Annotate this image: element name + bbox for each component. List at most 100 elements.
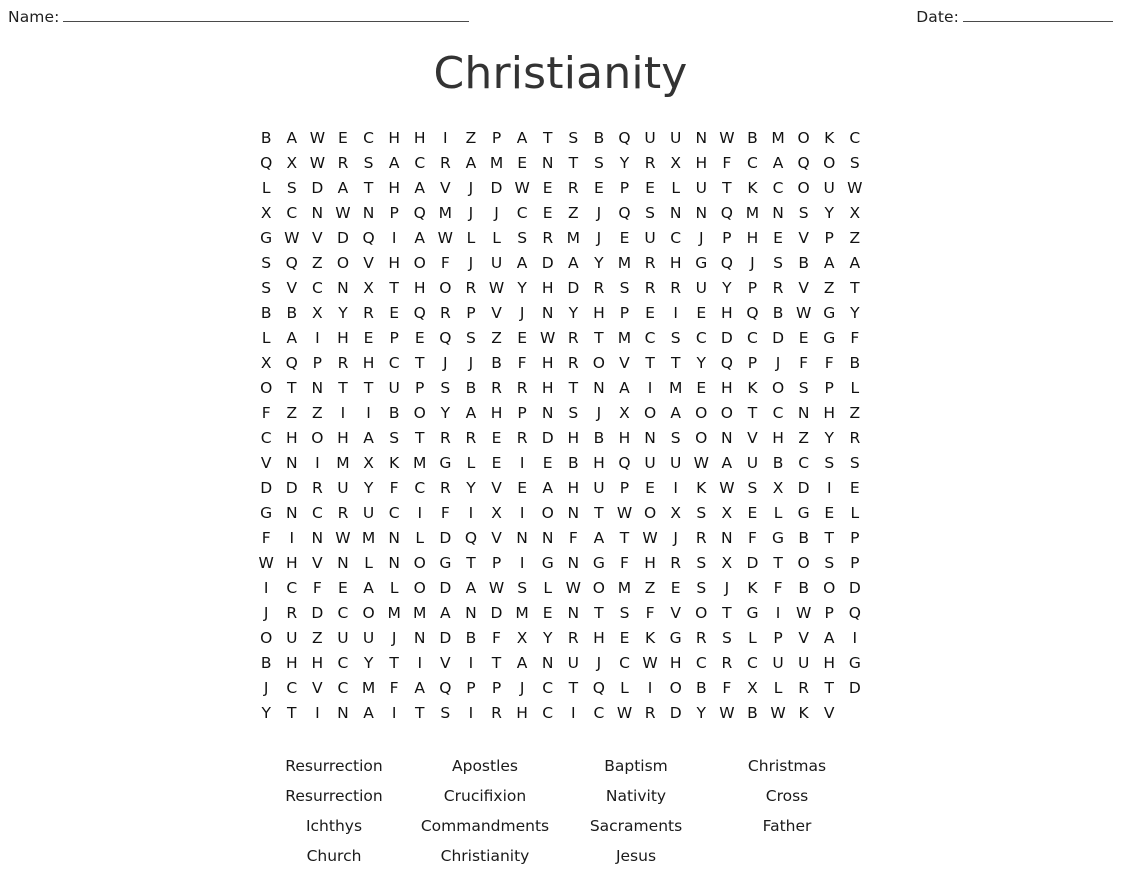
grid-cell[interactable]: L	[535, 576, 561, 601]
grid-cell[interactable]: C	[407, 476, 433, 501]
grid-cell[interactable]: J	[458, 201, 484, 226]
grid-cell[interactable]: S	[688, 501, 714, 526]
grid-cell[interactable]: W	[279, 226, 305, 251]
grid-cell[interactable]: D	[791, 476, 817, 501]
grid-cell[interactable]: M	[330, 451, 356, 476]
grid-cell[interactable]: A	[407, 176, 433, 201]
grid-cell[interactable]: X	[253, 201, 279, 226]
grid-cell[interactable]: O	[407, 576, 433, 601]
grid-cell[interactable]: U	[740, 451, 766, 476]
grid-cell[interactable]: F	[381, 476, 407, 501]
grid-cell[interactable]: R	[637, 151, 663, 176]
grid-cell[interactable]: C	[330, 676, 356, 701]
grid-cell[interactable]: Y	[535, 626, 561, 651]
grid-cell[interactable]: R	[433, 426, 459, 451]
grid-cell[interactable]: N	[586, 376, 612, 401]
grid-cell[interactable]: B	[458, 626, 484, 651]
grid-cell[interactable]: H	[407, 276, 433, 301]
grid-cell[interactable]: P	[381, 201, 407, 226]
grid-cell[interactable]: R	[688, 526, 714, 551]
grid-cell[interactable]: N	[714, 526, 740, 551]
grid-cell[interactable]: C	[305, 501, 331, 526]
grid-cell[interactable]: H	[305, 651, 331, 676]
grid-cell[interactable]: D	[663, 701, 689, 726]
grid-cell[interactable]: C	[586, 701, 612, 726]
grid-cell[interactable]: P	[484, 676, 510, 701]
grid-cell[interactable]: E	[407, 326, 433, 351]
grid-cell[interactable]: L	[842, 376, 868, 401]
grid-cell[interactable]: J	[253, 676, 279, 701]
grid-cell[interactable]: U	[586, 476, 612, 501]
grid-cell[interactable]: D	[535, 251, 561, 276]
grid-cell[interactable]: F	[714, 151, 740, 176]
grid-cell[interactable]: U	[356, 626, 382, 651]
grid-cell[interactable]: B	[253, 126, 279, 151]
grid-cell[interactable]: S	[509, 226, 535, 251]
grid-cell[interactable]: C	[842, 126, 868, 151]
grid-cell[interactable]: T	[561, 676, 587, 701]
grid-cell[interactable]: D	[842, 676, 868, 701]
grid-cell[interactable]: A	[356, 426, 382, 451]
grid-cell[interactable]: C	[688, 651, 714, 676]
grid-cell[interactable]: D	[535, 426, 561, 451]
grid-cell[interactable]: E	[509, 326, 535, 351]
grid-cell[interactable]: L	[612, 676, 638, 701]
grid-cell[interactable]: R	[561, 176, 587, 201]
grid-cell[interactable]: U	[688, 176, 714, 201]
grid-cell[interactable]: L	[458, 226, 484, 251]
grid-cell[interactable]: R	[714, 651, 740, 676]
grid-cell[interactable]: T	[714, 601, 740, 626]
grid-cell[interactable]: Y	[816, 426, 842, 451]
grid-cell[interactable]: C	[381, 501, 407, 526]
grid-cell[interactable]: S	[842, 451, 868, 476]
grid-cell[interactable]: H	[279, 551, 305, 576]
grid-cell[interactable]: P	[765, 626, 791, 651]
grid-cell[interactable]: O	[688, 401, 714, 426]
grid-cell[interactable]: T	[356, 176, 382, 201]
grid-cell[interactable]: B	[586, 126, 612, 151]
grid-cell[interactable]: I	[407, 501, 433, 526]
grid-cell[interactable]: T	[279, 376, 305, 401]
grid-cell[interactable]: X	[253, 351, 279, 376]
grid-cell[interactable]: J	[509, 676, 535, 701]
grid-cell[interactable]: E	[509, 151, 535, 176]
grid-cell[interactable]: P	[714, 226, 740, 251]
grid-cell[interactable]: M	[612, 251, 638, 276]
grid-cell[interactable]: X	[356, 451, 382, 476]
grid-cell[interactable]: S	[561, 126, 587, 151]
grid-cell[interactable]: C	[663, 226, 689, 251]
grid-cell[interactable]: F	[433, 501, 459, 526]
grid-cell[interactable]: N	[458, 601, 484, 626]
grid-cell[interactable]: C	[279, 201, 305, 226]
grid-cell[interactable]: T	[381, 651, 407, 676]
grid-cell[interactable]: O	[305, 426, 331, 451]
grid-cell[interactable]: J	[509, 301, 535, 326]
grid-cell[interactable]: P	[509, 401, 535, 426]
grid-cell[interactable]: X	[765, 476, 791, 501]
grid-cell[interactable]: I	[305, 701, 331, 726]
grid-cell[interactable]: J	[586, 226, 612, 251]
grid-cell[interactable]: R	[433, 151, 459, 176]
grid-cell[interactable]: H	[637, 551, 663, 576]
grid-cell[interactable]: X	[305, 301, 331, 326]
grid-cell[interactable]: G	[253, 501, 279, 526]
grid-cell[interactable]: A	[330, 176, 356, 201]
grid-cell[interactable]: H	[586, 451, 612, 476]
grid-cell[interactable]: S	[688, 551, 714, 576]
grid-cell[interactable]: D	[279, 476, 305, 501]
grid-cell[interactable]: T	[714, 176, 740, 201]
grid-cell[interactable]: H	[816, 401, 842, 426]
grid-cell[interactable]: B	[586, 426, 612, 451]
grid-cell[interactable]: U	[330, 626, 356, 651]
word-list-item[interactable]: Nativity	[567, 781, 706, 811]
grid-cell[interactable]: V	[484, 526, 510, 551]
grid-cell[interactable]: S	[509, 576, 535, 601]
grid-cell[interactable]: I	[509, 451, 535, 476]
grid-cell[interactable]: S	[842, 151, 868, 176]
grid-cell[interactable]: Y	[688, 351, 714, 376]
grid-cell[interactable]: T	[561, 151, 587, 176]
grid-cell[interactable]: I	[842, 626, 868, 651]
grid-cell[interactable]: W	[330, 201, 356, 226]
grid-cell[interactable]: V	[253, 451, 279, 476]
grid-cell[interactable]: R	[509, 426, 535, 451]
